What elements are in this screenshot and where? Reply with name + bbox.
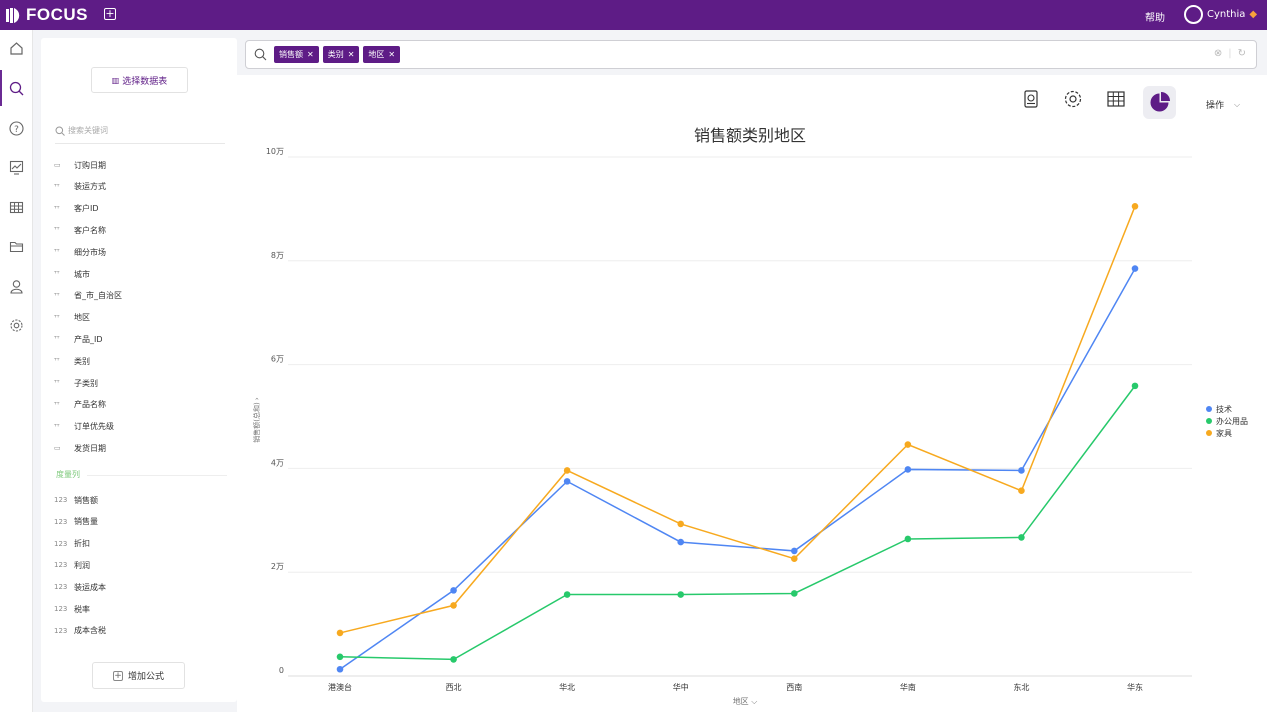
data-point	[1018, 467, 1025, 474]
data-point	[563, 478, 571, 485]
series-line	[339, 385, 1136, 661]
x-axis-label: 地区 ⌵	[733, 696, 758, 706]
x-tick-label: 东北	[1013, 682, 1029, 692]
legend-label: 技术	[1216, 404, 1232, 414]
legend-dot	[1206, 418, 1212, 424]
y-tick-label: 6万	[271, 355, 284, 364]
data-point	[336, 629, 344, 637]
line-chart: 0 2万 4万 6万 8万 10万港澳台 西北 华北 华中 西南 华南 东北 华东地区 ⌵ 销售额(总和)…	[252, 147, 1192, 706]
data-point	[677, 591, 685, 598]
data-point	[1018, 487, 1025, 495]
y-axis-label: 销售额(总和) ›	[252, 397, 261, 443]
data-point	[904, 535, 912, 543]
data-point	[677, 538, 685, 546]
data-point	[563, 467, 571, 474]
y-tick-label: 8万	[271, 251, 284, 260]
x-tick-label: 西北	[446, 683, 462, 692]
x-tick-label: 华中	[673, 682, 689, 692]
data-point	[1131, 265, 1139, 272]
data-point	[677, 520, 685, 528]
data-point	[790, 590, 798, 597]
y-tick-label: 2万	[271, 562, 284, 571]
data-point	[790, 555, 798, 563]
x-tick-label: 华东	[1127, 682, 1143, 692]
chart-legend: 技术 办公用品 家具	[1206, 403, 1248, 439]
data-point	[336, 665, 344, 673]
x-tick-label: 港澳台	[328, 682, 352, 692]
y-tick-label: 0	[279, 666, 284, 675]
x-tick-label: 华南	[900, 682, 916, 692]
data-point	[450, 587, 457, 594]
x-tick-label: 西南	[786, 682, 802, 692]
y-tick-label: 4万	[271, 458, 284, 467]
data-point	[450, 656, 457, 663]
data-point	[336, 653, 344, 661]
data-point	[1131, 382, 1139, 390]
data-point	[904, 466, 912, 473]
data-point	[904, 441, 912, 448]
data-point	[1018, 534, 1025, 541]
y-tick-label: 10万	[266, 147, 284, 156]
legend-label: 办公用品	[1216, 416, 1248, 426]
data-point	[790, 547, 798, 555]
legend-label: 家具	[1216, 428, 1232, 438]
legend-item[interactable]: 家具	[1206, 427, 1248, 439]
legend-item[interactable]: 办公用品	[1206, 415, 1248, 427]
series-line	[339, 206, 1136, 634]
data-point	[450, 602, 457, 609]
series-line	[339, 268, 1136, 670]
legend-dot	[1206, 406, 1212, 412]
data-point	[1131, 203, 1139, 210]
data-point	[563, 591, 571, 598]
legend-item[interactable]: 技术	[1206, 403, 1248, 415]
legend-dot	[1206, 430, 1212, 436]
x-tick-label: 华北	[559, 682, 575, 692]
